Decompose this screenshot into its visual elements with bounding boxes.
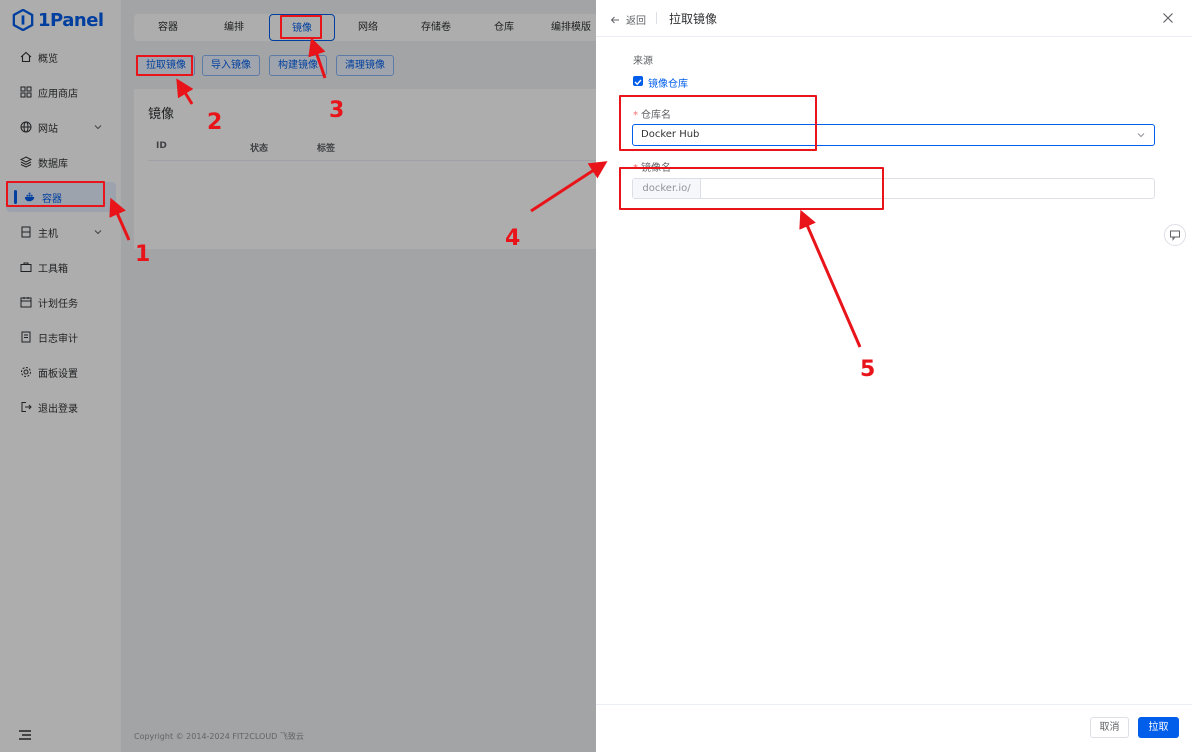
drawer-title: 拉取镜像	[669, 12, 718, 26]
annotation-number-4: 4	[505, 226, 521, 251]
close-icon[interactable]	[1162, 12, 1174, 24]
drawer-header: 返回 拉取镜像	[596, 0, 1192, 37]
annotation-number-3: 3	[329, 98, 345, 123]
pull-submit-button[interactable]: 拉取	[1138, 717, 1179, 738]
back-label: 返回	[626, 16, 646, 27]
cancel-button[interactable]: 取消	[1090, 717, 1129, 738]
annotation-box-container-menu	[6, 181, 105, 207]
arrow-left-icon	[610, 16, 619, 23]
annotation-box-pull-button	[136, 55, 193, 76]
annotation-box-image-tab	[280, 15, 322, 39]
source-checkbox[interactable]	[633, 76, 643, 86]
annotation-number-2: 2	[207, 110, 223, 135]
header-divider	[656, 12, 657, 24]
chevron-down-icon	[1137, 133, 1145, 138]
feedback-icon	[1170, 230, 1180, 241]
annotation-box-image-input	[619, 167, 884, 210]
source-label: 来源	[633, 56, 653, 67]
drawer-footer: 取消 拉取	[596, 704, 1192, 752]
feedback-button[interactable]	[1164, 224, 1186, 246]
check-icon	[634, 79, 642, 86]
back-button[interactable]: 返回	[610, 12, 646, 27]
source-option-label[interactable]: 镜像仓库	[648, 75, 688, 90]
annotation-number-5: 5	[860, 357, 876, 382]
annotation-number-1: 1	[135, 242, 151, 267]
annotation-box-repo-select	[619, 95, 817, 151]
